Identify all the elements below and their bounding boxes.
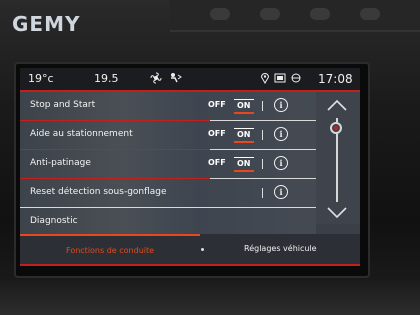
temperature-left[interactable]: 19°c — [28, 72, 54, 85]
status-bar: 19°c 19.5 17:08 — [20, 68, 360, 92]
temperature-right[interactable]: 19.5 — [94, 72, 119, 85]
page-dot — [201, 248, 204, 251]
clock: 17:08 — [318, 72, 353, 86]
setting-label: Reset détection sous-gonflage — [30, 187, 167, 197]
bottom-tab-bar: Fonctions de conduite Réglages véhicule — [20, 234, 360, 266]
setting-label: Anti-patinage — [30, 158, 91, 168]
separator — [262, 101, 263, 111]
scroll-thumb[interactable] — [330, 122, 342, 134]
air-vent — [170, 0, 420, 32]
traction-control-toggle[interactable]: OFF ON — [208, 157, 264, 172]
phone-icon — [274, 72, 286, 87]
watermark-logo: GEMY — [12, 12, 81, 36]
tab-driving-functions[interactable]: Fonctions de conduite — [66, 246, 154, 255]
vent-slot — [310, 8, 330, 20]
vent-slot — [260, 8, 280, 20]
vent-slot — [360, 8, 380, 20]
setting-row-diagnostic[interactable]: Diagnostic — [20, 208, 316, 236]
info-icon[interactable]: i — [274, 98, 288, 112]
connection-icon — [290, 72, 302, 87]
setting-row-traction-control[interactable]: Anti-patinage OFF ON i — [20, 150, 316, 179]
stop-start-toggle[interactable]: OFF ON — [208, 99, 264, 114]
setting-label: Aide au stationnement — [30, 129, 133, 139]
info-icon[interactable]: i — [274, 127, 288, 141]
infotainment-screen: 19°c 19.5 17:08 Stop and Start OFF ON i … — [20, 68, 360, 266]
active-tab-indicator — [20, 234, 200, 236]
toggle-on-label: ON — [234, 128, 254, 143]
toggle-on-label: ON — [234, 157, 254, 172]
separator — [262, 159, 263, 169]
parking-aid-toggle[interactable]: OFF ON — [208, 128, 264, 143]
setting-row-stop-start[interactable]: Stop and Start OFF ON i — [20, 92, 316, 121]
toggle-off-label: OFF — [208, 158, 226, 167]
airflow-icon[interactable] — [168, 72, 182, 87]
scroll-down-arrow-icon[interactable] — [326, 206, 348, 220]
toggle-off-label: OFF — [208, 129, 226, 138]
scroll-panel — [316, 92, 360, 224]
toggle-off-label: OFF — [208, 100, 226, 109]
fan-icon[interactable] — [150, 72, 162, 87]
info-icon[interactable]: i — [274, 156, 288, 170]
location-icon — [260, 72, 270, 87]
scroll-up-arrow-icon[interactable] — [326, 98, 348, 112]
setting-row-tire-pressure-reset[interactable]: Reset détection sous-gonflage i — [20, 179, 316, 208]
tab-vehicle-settings[interactable]: Réglages véhicule — [244, 244, 317, 253]
vent-slot — [210, 8, 230, 20]
setting-row-parking-aid[interactable]: Aide au stationnement OFF ON i — [20, 121, 316, 150]
bottom-accent-line — [20, 264, 360, 266]
separator — [262, 188, 263, 198]
separator — [262, 130, 263, 140]
toggle-on-label: ON — [234, 99, 254, 114]
setting-label: Diagnostic — [30, 216, 78, 226]
info-icon[interactable]: i — [274, 185, 288, 199]
lower-dashboard — [0, 280, 420, 315]
setting-label: Stop and Start — [30, 100, 96, 110]
